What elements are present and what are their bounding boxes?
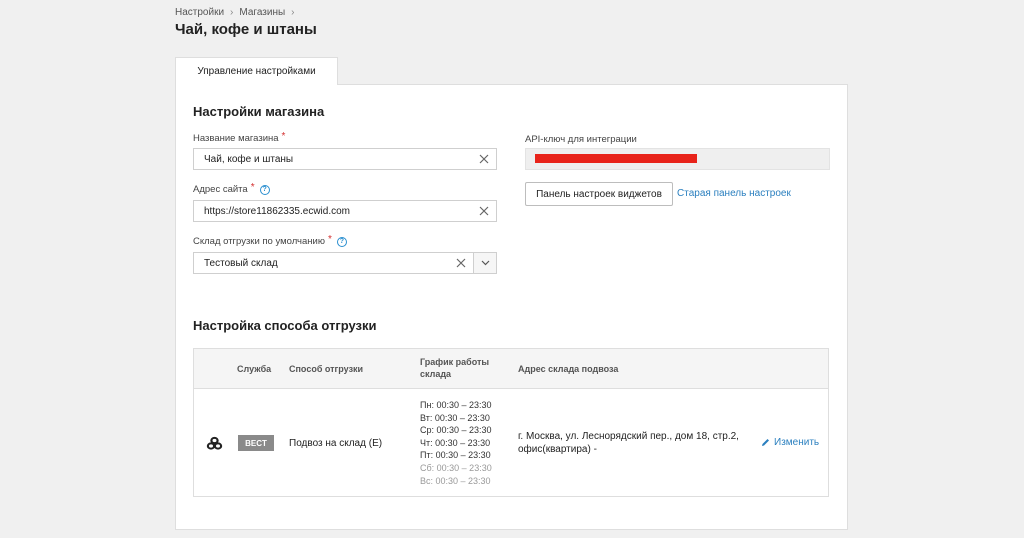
- warehouse-address: г. Москва, ул. Леснорядский пер., дом 18…: [518, 430, 739, 456]
- warehouse-label: Склад отгрузки по умолчанию * ?: [193, 234, 347, 247]
- store-name-label-text: Название магазина: [193, 133, 279, 144]
- site-address-input[interactable]: https://store11862335.ecwid.com: [193, 200, 497, 222]
- schedule-day: Вс: 00:30 – 23:30: [420, 475, 491, 486]
- shipping-method: Подвоз на склад (Е): [289, 438, 383, 449]
- store-settings-heading: Настройки магазина: [193, 104, 325, 119]
- dropdown-toggle[interactable]: [473, 253, 496, 273]
- store-name-value: Чай, кофе и штаны: [204, 153, 294, 165]
- address-line1: г. Москва, ул. Леснорядский пер., дом 18…: [518, 431, 739, 442]
- api-key-redaction: [535, 154, 697, 163]
- required-mark: *: [281, 131, 286, 142]
- breadcrumb-separator: ›: [291, 7, 295, 18]
- service-badge: BECT: [238, 435, 274, 451]
- warehouse-value: Тестовый склад: [204, 257, 278, 269]
- breadcrumb-settings[interactable]: Настройки: [175, 7, 224, 18]
- pencil-icon: [762, 439, 769, 446]
- api-key-label: API-ключ для интеграции: [525, 134, 637, 145]
- chevron-down-icon: [481, 260, 489, 266]
- column-address: Адрес склада подвоза: [518, 364, 619, 374]
- column-service: Служба: [237, 364, 272, 374]
- site-address-label-text: Адрес сайта: [193, 184, 248, 195]
- schedule-day: Сб: 00:30 – 23:30: [420, 462, 492, 473]
- warehouse-select[interactable]: Тестовый склад: [193, 252, 497, 274]
- schedule-day: Пт: 00:30 – 23:30: [420, 450, 491, 461]
- warehouse-label-text: Склад отгрузки по умолчанию: [193, 236, 325, 247]
- table-header: Служба Способ отгрузки График работы скл…: [194, 349, 828, 389]
- tab-settings-management[interactable]: Управление настройками: [175, 57, 338, 85]
- clear-icon[interactable]: [479, 206, 489, 216]
- edit-label: Изменить: [774, 437, 820, 448]
- edit-link[interactable]: Изменить: [761, 437, 819, 448]
- widget-settings-button[interactable]: Панель настроек виджетов: [525, 182, 673, 206]
- column-schedule: График работы склада: [420, 356, 489, 380]
- page-title: Чай, кофе и штаны: [175, 21, 317, 38]
- help-icon[interactable]: ?: [336, 236, 347, 247]
- shipping-table: Служба Способ отгрузки График работы скл…: [193, 348, 829, 497]
- store-name-label: Название магазина *: [193, 131, 286, 144]
- site-address-value: https://store11862335.ecwid.com: [204, 205, 351, 217]
- breadcrumb-separator: ›: [230, 7, 234, 18]
- clear-icon[interactable]: [456, 258, 466, 268]
- api-key-field[interactable]: [525, 148, 830, 170]
- schedule-day: Пн: 00:30 – 23:30: [420, 400, 492, 410]
- warehouse-schedule: Пн: 00:30 – 23:30 Вт: 00:30 – 23:30 Ср: …: [420, 399, 492, 487]
- required-mark: *: [327, 234, 332, 245]
- breadcrumb-stores[interactable]: Магазины: [239, 7, 285, 18]
- schedule-day: Чт: 00:30 – 23:30: [420, 437, 491, 448]
- breadcrumb: Настройки › Магазины ›: [175, 7, 295, 18]
- required-mark: *: [250, 182, 255, 193]
- address-line2: офис(квартира) -: [518, 444, 597, 455]
- column-schedule-line1: График работы: [420, 357, 490, 367]
- old-settings-panel-link[interactable]: Старая панель настроек: [677, 188, 791, 199]
- store-name-input[interactable]: Чай, кофе и штаны: [193, 148, 497, 170]
- schedule-day: Вт: 00:30 – 23:30: [420, 412, 490, 423]
- site-address-label: Адрес сайта * ?: [193, 182, 270, 195]
- help-icon[interactable]: ?: [259, 184, 270, 195]
- clear-icon[interactable]: [479, 154, 489, 164]
- column-method: Способ отгрузки: [289, 364, 364, 374]
- schedule-day: Ср: 00:30 – 23:30: [420, 425, 492, 436]
- column-schedule-line2: склада: [420, 369, 452, 379]
- coins-icon: [206, 436, 223, 450]
- shipping-settings-heading: Настройка способа отгрузки: [193, 318, 377, 333]
